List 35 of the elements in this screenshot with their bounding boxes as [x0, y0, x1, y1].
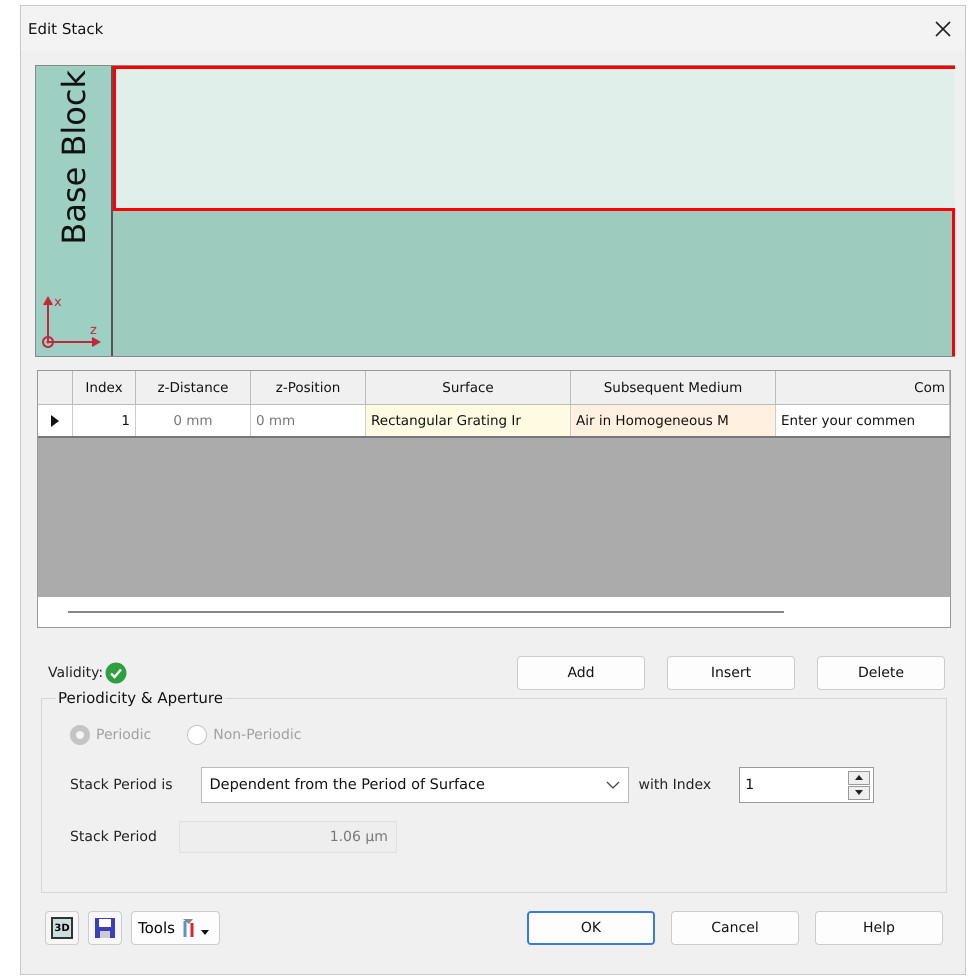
- column-header[interactable]: Surface: [366, 371, 571, 404]
- row-action-button[interactable]: Add: [517, 656, 645, 690]
- view-3d-button[interactable]: 3D: [45, 911, 79, 945]
- window-title: Edit Stack: [28, 20, 104, 38]
- radio-label: Non-Periodic: [213, 727, 302, 743]
- radio-label: Periodic: [96, 727, 152, 743]
- save-button[interactable]: [88, 911, 122, 945]
- dialog-button[interactable]: Help: [815, 911, 943, 945]
- validity-label: Validity:: [48, 665, 104, 681]
- chevron-icon: [606, 781, 620, 789]
- row-action-button[interactable]: Delete: [817, 656, 945, 690]
- table-cell: Rectangular Grating Ir: [366, 405, 571, 436]
- column-header[interactable]: Index: [73, 371, 136, 404]
- table-cell: Air in Homogeneous M: [571, 405, 776, 436]
- row-action-button[interactable]: Insert: [667, 656, 795, 690]
- save-icon: [94, 917, 116, 939]
- field-label: with Index: [638, 777, 712, 793]
- block-label: Base Block: [54, 70, 92, 245]
- up-arrow-icon: [855, 775, 864, 780]
- field-label: Stack Period is: [70, 777, 172, 793]
- current-row-icon: [51, 414, 59, 426]
- axis-drawing: x z: [40, 294, 106, 350]
- group-title: Periodicity & Aperture: [56, 689, 225, 707]
- spin-up-button[interactable]: [848, 770, 870, 784]
- tools-button[interactable]: Tools: [131, 911, 220, 945]
- scrollbar[interactable]: [68, 611, 784, 613]
- column-header[interactable]: Subsequent Medium: [571, 371, 776, 404]
- column-header[interactable]: Com: [776, 371, 950, 404]
- field-label: Stack Period: [70, 829, 157, 845]
- column-header[interactable]: z-Distance: [136, 371, 251, 404]
- down-arrow-icon: [855, 790, 864, 795]
- dialog-button[interactable]: OK: [527, 911, 655, 945]
- spin-down-button[interactable]: [848, 786, 870, 800]
- dialog-button[interactable]: Cancel: [671, 911, 799, 945]
- column-header[interactable]: z-Position: [251, 371, 366, 404]
